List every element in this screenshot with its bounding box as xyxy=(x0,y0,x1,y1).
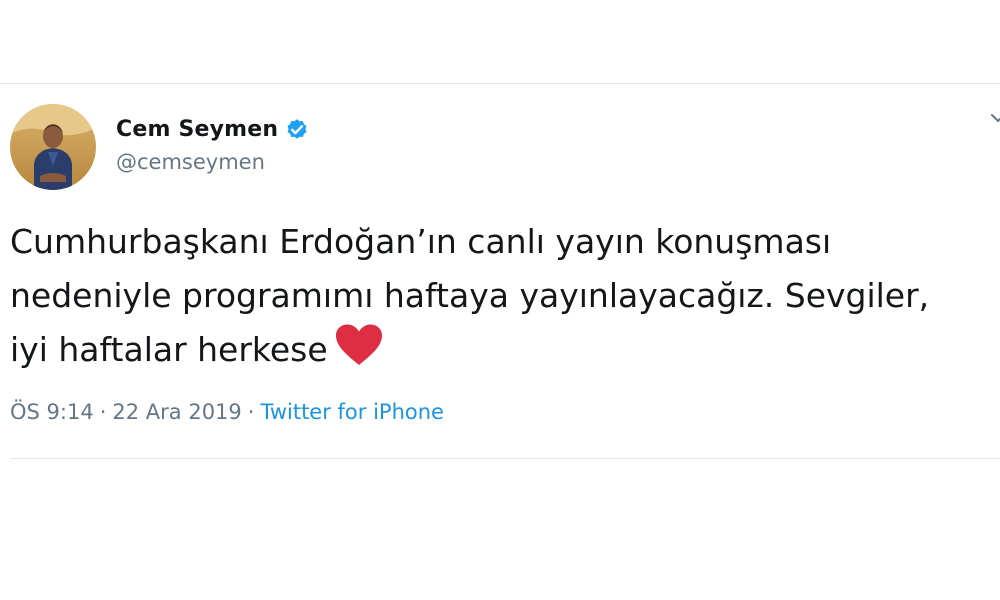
meta-separator: · xyxy=(99,400,107,424)
avatar[interactable] xyxy=(10,104,96,190)
meta-separator: · xyxy=(247,400,255,424)
verified-badge-icon xyxy=(284,116,310,142)
more-options-chevron-icon[interactable] xyxy=(988,108,1000,128)
display-name[interactable]: Cem Seymen xyxy=(116,117,278,142)
bottom-divider xyxy=(10,458,1000,459)
tweet-text: Cumhurbaşkanı Erdoğan’ın canlı yayın kon… xyxy=(10,215,995,377)
tweet-source-link[interactable]: Twitter for iPhone xyxy=(260,400,444,424)
tweet-time[interactable]: ÖS 9:14 xyxy=(10,400,94,424)
red-heart-icon xyxy=(334,323,384,367)
top-divider xyxy=(0,83,1000,84)
tweet-text-content: Cumhurbaşkanı Erdoğan’ın canlı yayın kon… xyxy=(10,222,930,369)
author-handle[interactable]: @cemseymen xyxy=(116,150,265,174)
avatar-photo-icon xyxy=(10,104,96,190)
tweet-date[interactable]: 22 Ara 2019 xyxy=(112,400,241,424)
author-name-row[interactable]: Cem Seymen xyxy=(116,114,310,144)
tweet-meta: ÖS 9:14 · 22 Ara 2019 · Twitter for iPho… xyxy=(10,400,444,424)
